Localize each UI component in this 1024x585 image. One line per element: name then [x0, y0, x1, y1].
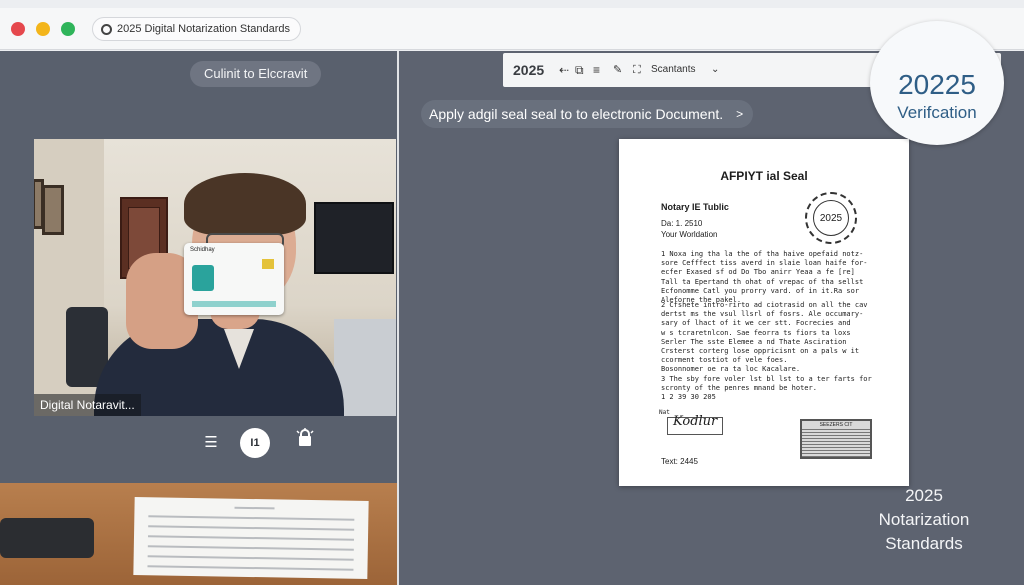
- verification-badge: 20225 Verifcation: [870, 21, 1004, 145]
- id-card-header: Schidhay: [190, 247, 215, 253]
- document-title: AFPIYT ial Seal: [720, 169, 808, 183]
- address-bar[interactable]: 2025 Digital Notarization Standards: [92, 17, 302, 41]
- list-icon[interactable]: ≡: [593, 53, 600, 87]
- official-stamp: SEEZERS CIT: [800, 419, 872, 459]
- foreground-desk: [0, 483, 397, 585]
- id-card: Schidhay: [184, 243, 284, 315]
- person-hair: [184, 173, 306, 235]
- date-line: Da: 1. 2510: [661, 219, 703, 228]
- paper-stack: [133, 496, 369, 580]
- caption-line-1: 2025: [905, 486, 943, 505]
- notary-line: Notary IE Tublic: [661, 202, 729, 212]
- loading-circle-icon: [101, 24, 112, 35]
- lock-shape: [296, 428, 314, 446]
- badge-label: Verifcation: [897, 103, 977, 122]
- apply-seal-prompt[interactable]: Apply adgil seal seal to to electronic D…: [421, 100, 754, 128]
- title-bar: 2025 Digital Notarization Standards: [0, 8, 1024, 50]
- pin-icon[interactable]: ✎: [613, 53, 622, 87]
- notary-seal[interactable]: 2025: [805, 192, 857, 244]
- caption-line-2: Notarization: [878, 510, 970, 529]
- minimize-window-button[interactable]: [36, 22, 50, 36]
- maximize-window-button[interactable]: [61, 22, 75, 36]
- wall-tv: [314, 202, 394, 274]
- document-footer-text: Text: 2445: [661, 457, 698, 466]
- standards-caption: 2025 Notarization Standards: [854, 484, 994, 556]
- document-paragraph-1: 1 Noxa ing tha la the of tha haive opefa…: [661, 250, 868, 305]
- document-paragraph-2: 2 Cfshete intro-rirto ad ciotrasid on al…: [661, 301, 868, 374]
- list-icon[interactable]: ☰: [196, 428, 226, 458]
- signature-label: Nat: [659, 409, 670, 416]
- address-text: 2025 Digital Notarization Standards: [117, 23, 291, 35]
- call-controls: ☰ I1: [196, 428, 326, 462]
- copy-icon[interactable]: ⧉: [575, 53, 584, 87]
- wall-frame: [42, 185, 64, 235]
- toolbar-year: 2025: [513, 62, 545, 78]
- id-photo: [192, 265, 214, 291]
- connect-status-pill[interactable]: Culinit to Elccravit: [190, 61, 322, 87]
- lock-alert-icon[interactable]: [290, 428, 320, 458]
- back-arrow-icon[interactable]: ⇠: [559, 53, 569, 87]
- scan-icon[interactable]: ⛶: [633, 53, 641, 87]
- id-hologram: [262, 259, 274, 269]
- stamp-text: SEEZERS CIT: [802, 422, 870, 428]
- caption-line-3: Standards: [885, 534, 963, 553]
- apply-seal-text: Apply adgil seal seal to to electronic D…: [429, 106, 724, 122]
- electronic-document: AFPIYT ial Seal Notary IE Tublic Da: 1. …: [619, 139, 909, 486]
- seal-text: 2025: [813, 200, 849, 236]
- badge-year: 20225: [898, 69, 976, 100]
- id-stripe: [192, 301, 276, 307]
- record-button[interactable]: I1: [240, 428, 270, 458]
- chevron-down-icon[interactable]: ⌄: [711, 53, 719, 87]
- signature-text: Kodlur: [673, 414, 718, 429]
- scan-menu-label[interactable]: Scantants: [651, 53, 695, 87]
- document-paragraph-3: 3 The sby fore voler lst bl lst to a ter…: [661, 375, 872, 402]
- video-feed: Schidhay Digital Notaravit...: [34, 139, 396, 416]
- verification-line: Your Worldation: [661, 230, 718, 239]
- app-window: 2025 Digital Notarization Standards Culi…: [0, 0, 1024, 585]
- close-window-button[interactable]: [11, 22, 25, 36]
- document-pane: 2025 ⇠ ⧉ ≡ ✎ ⛶ Scantants ⌄ Apply adgil s…: [399, 21, 1024, 585]
- smartphone: [0, 518, 94, 558]
- chevron-right-icon: >: [736, 107, 744, 121]
- video-call-pane: Culinit to Elccravit Schidhay Digital No…: [0, 51, 397, 585]
- video-caption: Digital Notaravit...: [34, 394, 141, 416]
